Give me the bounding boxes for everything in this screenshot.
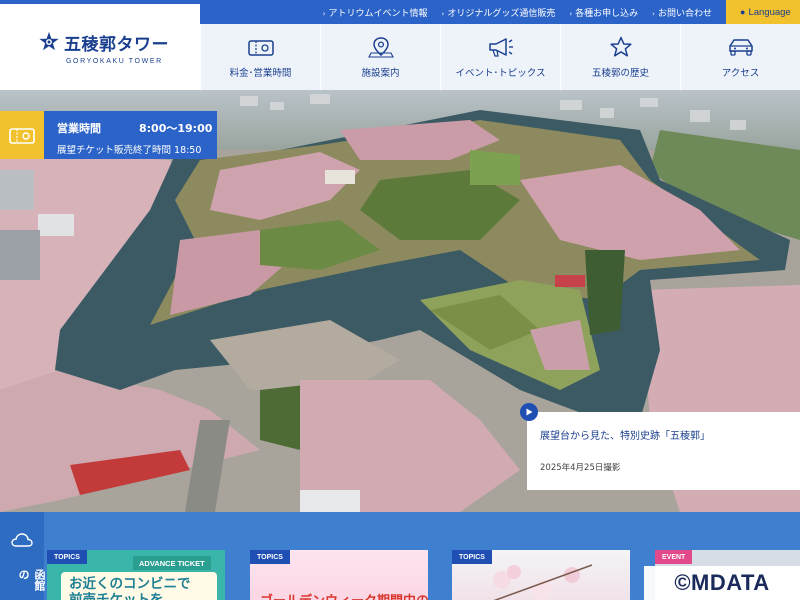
- news-card-golden-week[interactable]: ゴールデンウィーク期間中の TOPICS: [250, 550, 428, 600]
- play-icon: [526, 408, 533, 416]
- news-card-blossoms[interactable]: TOPICS: [452, 550, 630, 600]
- news-card-advance-ticket[interactable]: ADVANCE TICKET お近くのコンビニで 前売チケットを TOPICS: [47, 550, 225, 600]
- card-headline-panel: お近くのコンビニで 前売チケットを: [61, 572, 217, 600]
- star-icon: [609, 36, 632, 57]
- event-tag: EVENT: [655, 550, 693, 564]
- card-headline-line1: お近くのコンビニで: [69, 576, 191, 592]
- play-button[interactable]: [520, 403, 538, 421]
- hours-icon-box: [0, 111, 44, 159]
- main-nav: 料金･営業時間 施設案内 イベント･トピックス 五稜郭の歴史 アクセス: [200, 24, 800, 90]
- map-pin-icon: [367, 36, 394, 58]
- nav-label-access: アクセス: [721, 67, 760, 79]
- brand-logo[interactable]: 五稜郭タワー GORYOKAKU TOWER: [0, 0, 200, 90]
- weather-label: 函館の: [17, 569, 46, 591]
- nav-item-facilities[interactable]: 施設案内: [320, 24, 440, 90]
- goods-shop-link[interactable]: › オリジナルグッズ通信販売: [442, 6, 556, 19]
- language-button[interactable]: ● Language: [726, 0, 800, 24]
- goryokaku-star-logo-icon: [39, 31, 59, 51]
- topics-tag: TOPICS: [250, 550, 290, 564]
- language-label: Language: [748, 6, 791, 18]
- nav-label-facilities: 施設案内: [361, 67, 400, 79]
- hours-row: 営業時間 8:00〜19:00: [57, 120, 217, 136]
- business-hours-panel[interactable]: 営業時間 8:00〜19:00 展望チケット販売終了時間 18:50: [44, 111, 217, 159]
- car-icon: [728, 38, 753, 56]
- brand-name: 五稜郭タワー: [64, 34, 169, 55]
- atrium-event-link[interactable]: › アトリウムイベント情報: [323, 6, 428, 19]
- card-headline-line2: 前売チケットを: [69, 592, 164, 600]
- copyright-watermark: ©MDATA: [644, 566, 800, 600]
- chevron-right-icon: ›: [652, 9, 655, 18]
- nav-label-fees-hours: 料金･営業時間: [229, 67, 292, 79]
- chevron-right-icon: ›: [569, 9, 573, 18]
- nav-label-history: 五稜郭の歴史: [591, 67, 649, 79]
- nav-item-history[interactable]: 五稜郭の歴史: [560, 24, 680, 90]
- contact-link[interactable]: › お問い合わせ: [652, 6, 712, 19]
- nav-item-fees-hours[interactable]: 料金･営業時間: [200, 24, 320, 90]
- weather-sidebar[interactable]: 函館の: [0, 512, 46, 600]
- atrium-event-label: アトリウムイベント情報: [328, 8, 428, 19]
- utility-bar: › アトリウムイベント情報 › オリジナルグッズ通信販売 › 各種お申し込み › お問い…: [200, 0, 800, 24]
- logo-row: 五稜郭タワー: [38, 30, 200, 55]
- contact-label: お問い合わせ: [657, 8, 712, 19]
- applications-link[interactable]: › 各種お申し込み: [569, 6, 638, 19]
- topics-tag: TOPICS: [47, 550, 87, 564]
- cloud-icon: [11, 533, 33, 547]
- hours-label: 営業時間: [57, 122, 101, 135]
- hours-time: 8:00〜19:00: [139, 122, 213, 135]
- goods-shop-label: オリジナルグッズ通信販売: [447, 8, 556, 19]
- caption-title: 展望台から見た、特別史跡「五稜郭」: [540, 431, 710, 442]
- ticket-icon: [9, 128, 35, 144]
- brand-subtitle: GORYOKAKU TOWER: [66, 57, 163, 65]
- hero-caption: 展望台から見た、特別史跡「五稜郭」 2025年4月25日撮影: [527, 412, 800, 490]
- topics-tag: TOPICS: [452, 550, 492, 564]
- advance-ticket-ribbon: ADVANCE TICKET: [133, 556, 211, 570]
- chevron-right-icon: ›: [441, 9, 445, 18]
- chevron-right-icon: ›: [322, 9, 326, 18]
- nav-item-events[interactable]: イベント･トピックス: [440, 24, 560, 90]
- page: 五稜郭タワー GORYOKAKU TOWER › アトリウムイベント情報 › オリジ…: [0, 0, 800, 600]
- ticket-end-note: 展望チケット販売終了時間 18:50: [57, 145, 202, 156]
- card-headline: ゴールデンウィーク期間中の: [260, 590, 428, 600]
- nav-label-events: イベント･トピックス: [455, 67, 546, 79]
- applications-label: 各種お申し込み: [575, 8, 639, 19]
- globe-icon: ●: [740, 7, 746, 17]
- nav-item-access[interactable]: アクセス: [680, 24, 800, 90]
- ticket-icon: [247, 39, 274, 56]
- caption-date: 2025年4月25日撮影: [540, 463, 621, 473]
- megaphone-icon: [488, 37, 513, 57]
